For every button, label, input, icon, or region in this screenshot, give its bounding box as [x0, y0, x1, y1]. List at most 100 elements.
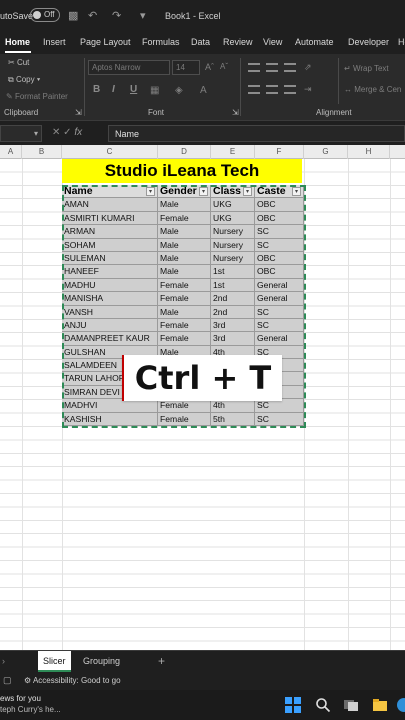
header-cell-gender[interactable]: Gender ▾: [158, 185, 211, 199]
undo-icon[interactable]: ↶: [88, 9, 97, 22]
column-header-d[interactable]: D: [158, 145, 211, 159]
table-cell[interactable]: VANSH: [62, 305, 158, 319]
table-cell[interactable]: Male: [158, 265, 211, 279]
name-box[interactable]: ▾: [0, 125, 42, 142]
table-cell[interactable]: OBC: [255, 251, 304, 266]
table-cell[interactable]: ANJU: [62, 318, 158, 333]
cancel-icon[interactable]: ✕: [52, 127, 60, 138]
header-cell-name[interactable]: Name ▾: [62, 185, 158, 199]
tab-page-layout[interactable]: Page Layout: [80, 37, 131, 47]
table-cell[interactable]: UKG: [211, 211, 255, 226]
table-cell[interactable]: Nursery: [211, 225, 255, 239]
table-cell[interactable]: SULEMAN: [62, 251, 158, 266]
table-cell[interactable]: Female: [158, 332, 211, 346]
orientation-icon[interactable]: ⇗: [304, 62, 312, 73]
table-cell[interactable]: Male: [158, 238, 211, 252]
table-cell[interactable]: 5th: [211, 412, 255, 427]
customize-quick-access-icon[interactable]: ▾: [140, 9, 146, 22]
increase-font-icon[interactable]: Aˆ: [205, 62, 214, 72]
filter-dropdown-icon[interactable]: ▾: [199, 187, 208, 196]
table-cell[interactable]: Female: [158, 278, 211, 293]
accessibility-status[interactable]: ⚙ Accessibility: Good to go: [24, 676, 121, 685]
table-cell[interactable]: Nursery: [211, 238, 255, 252]
table-cell[interactable]: Female: [158, 211, 211, 226]
table-cell[interactable]: 1st: [211, 278, 255, 293]
news-widget-headline[interactable]: teph Curry's he...: [0, 705, 61, 714]
align-center-icon[interactable]: [266, 85, 278, 94]
filter-dropdown-icon[interactable]: ▾: [243, 187, 252, 196]
table-cell[interactable]: UKG: [211, 198, 255, 212]
table-cell[interactable]: OBC: [255, 265, 304, 279]
table-cell[interactable]: 2nd: [211, 305, 255, 319]
column-header-f[interactable]: F: [255, 145, 304, 159]
table-cell[interactable]: Male: [158, 305, 211, 319]
table-cell[interactable]: General: [255, 292, 304, 306]
tab-formulas[interactable]: Formulas: [142, 37, 180, 47]
insert-function-button[interactable]: fx: [74, 127, 82, 138]
table-cell[interactable]: General: [255, 278, 304, 293]
news-widget-title[interactable]: ews for you: [0, 694, 41, 703]
underline-button[interactable]: U: [130, 84, 137, 95]
table-cell[interactable]: 1st: [211, 265, 255, 279]
header-cell-caste[interactable]: Caste ▾: [255, 185, 304, 199]
filter-dropdown-icon[interactable]: ▾: [146, 187, 155, 196]
sheet-tab-slicer[interactable]: Slicer: [38, 651, 71, 672]
table-cell[interactable]: Nursery: [211, 251, 255, 266]
borders-icon[interactable]: ▦: [150, 85, 159, 96]
align-left-icon[interactable]: [248, 85, 260, 94]
table-cell[interactable]: SC: [255, 412, 304, 427]
header-cell-class[interactable]: Class ▾: [211, 185, 255, 199]
column-header-b[interactable]: B: [22, 145, 62, 159]
column-header-c[interactable]: C: [62, 145, 158, 159]
filter-dropdown-icon[interactable]: ▾: [292, 187, 301, 196]
tab-automate[interactable]: Automate: [295, 37, 334, 47]
align-middle-icon[interactable]: [266, 63, 278, 72]
table-cell[interactable]: 2nd: [211, 292, 255, 306]
table-cell[interactable]: SC: [255, 399, 304, 413]
table-cell[interactable]: General: [255, 332, 304, 346]
merge-center-button[interactable]: ↔ Merge & Cen: [344, 85, 401, 94]
table-cell[interactable]: SC: [255, 318, 304, 333]
font-size-select[interactable]: 14: [172, 60, 200, 75]
sheet-tab-grouping[interactable]: Grouping: [78, 651, 125, 672]
font-name-select[interactable]: Aptos Narrow: [88, 60, 170, 75]
fill-color-icon[interactable]: ◈: [175, 85, 183, 96]
column-header-e[interactable]: E: [211, 145, 255, 159]
tab-review[interactable]: Review: [223, 37, 253, 47]
tab-insert[interactable]: Insert: [43, 37, 66, 47]
table-cell[interactable]: 3rd: [211, 318, 255, 333]
align-right-icon[interactable]: [284, 85, 296, 94]
column-header-h[interactable]: H: [348, 145, 390, 159]
chevron-down-icon[interactable]: ▾: [34, 129, 38, 138]
column-header-g[interactable]: G: [304, 145, 348, 159]
table-cell[interactable]: ASMIRTI KUMARI: [62, 211, 158, 226]
table-cell[interactable]: Female: [158, 412, 211, 427]
formula-input[interactable]: Name: [108, 125, 405, 142]
table-cell[interactable]: Female: [158, 292, 211, 306]
table-cell[interactable]: Male: [158, 251, 211, 266]
table-cell[interactable]: SOHAM: [62, 238, 158, 252]
windows-start-icon[interactable]: [285, 697, 301, 713]
file-explorer-icon[interactable]: [372, 697, 388, 713]
save-icon[interactable]: ▩: [68, 9, 78, 22]
align-top-icon[interactable]: [248, 63, 260, 72]
table-cell[interactable]: HANEEF: [62, 265, 158, 279]
tab-help[interactable]: He: [398, 37, 405, 47]
bold-button[interactable]: B: [93, 84, 100, 95]
table-cell[interactable]: SC: [255, 305, 304, 319]
font-color-icon[interactable]: A: [200, 85, 207, 96]
tab-home[interactable]: Home: [5, 37, 30, 47]
table-cell[interactable]: Male: [158, 225, 211, 239]
table-cell[interactable]: MANISHA: [62, 292, 158, 306]
table-cell[interactable]: Female: [158, 399, 211, 413]
column-header-a[interactable]: A: [0, 145, 22, 159]
copy-button[interactable]: ⧉ Copy ▾: [8, 75, 40, 85]
table-cell[interactable]: DAMANPREET KAUR: [62, 332, 158, 346]
add-sheet-icon[interactable]: +: [158, 654, 165, 668]
sheet-banner-title[interactable]: Studio iLeana Tech: [62, 159, 302, 183]
table-cell[interactable]: MADHVI: [62, 399, 158, 413]
tab-data[interactable]: Data: [191, 37, 210, 47]
sheet-nav-icon[interactable]: ›: [2, 656, 5, 666]
task-view-icon[interactable]: [343, 697, 359, 713]
table-cell[interactable]: MADHU: [62, 278, 158, 293]
